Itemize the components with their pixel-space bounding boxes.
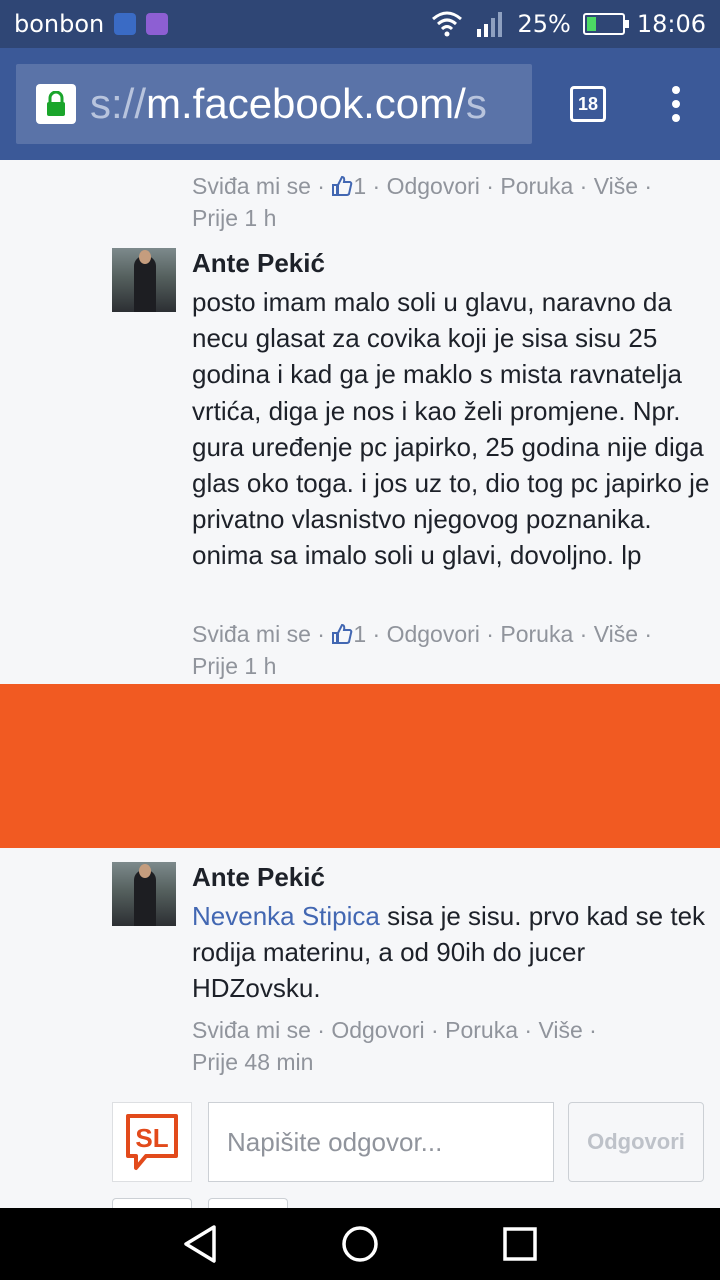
comment-actions: Sviđa mi se · 1 · Odgovori · Poruka · Vi… (192, 173, 653, 231)
reply-submit-button[interactable]: Odgovori (568, 1102, 704, 1182)
message-link[interactable]: Poruka (445, 1017, 518, 1043)
url-text: s://m.facebook.com/s (90, 80, 487, 127)
reply-composer: SL Odgovori (112, 1102, 708, 1182)
comment-time[interactable]: Prije 1 h (192, 205, 276, 231)
sticker-button[interactable] (208, 1198, 288, 1208)
image-notification-icon (146, 13, 169, 35)
back-icon (184, 1225, 216, 1263)
wifi-icon (432, 11, 463, 37)
battery-icon (582, 13, 629, 35)
thumbs-up-icon (332, 623, 353, 644)
comment-author[interactable]: Ante Pekić (192, 248, 325, 279)
recents-icon (503, 1227, 537, 1261)
avatar[interactable] (112, 248, 176, 312)
comment-author[interactable]: Ante Pekić (192, 862, 325, 893)
like-link[interactable]: Sviđa mi se (192, 621, 311, 647)
reply-input[interactable] (208, 1102, 554, 1182)
comment-actions: Sviđa mi se · 1 · Odgovori · Poruka · Vi… (192, 621, 653, 679)
svg-text:SL: SL (135, 1123, 168, 1153)
recents-button[interactable] (496, 1220, 544, 1268)
reply-link[interactable]: Odgovori (387, 173, 480, 199)
comment-text: Nevenka Stipica sisa je sisu. prvo kad s… (192, 901, 706, 1004)
comment-time[interactable]: Prije 1 h (192, 653, 276, 679)
avatar[interactable] (112, 862, 176, 926)
profile-picture[interactable]: SL (112, 1102, 192, 1182)
attachment-button[interactable] (112, 1198, 192, 1208)
navigation-bar (0, 1208, 720, 1280)
like-count: 1 (353, 173, 367, 199)
more-link[interactable]: Više (594, 621, 638, 647)
address-bar[interactable]: s://m.facebook.com/s (16, 64, 532, 144)
like-link[interactable]: Sviđa mi se (192, 173, 311, 199)
status-bar: bonbon 25% 18:06 (0, 0, 720, 48)
comment-actions: Sviđa mi se · Odgovori · Poruka · Više ·… (192, 1017, 597, 1075)
more-link[interactable]: Više (594, 173, 638, 199)
back-button[interactable] (176, 1220, 224, 1268)
home-icon (342, 1226, 378, 1262)
thumbs-up-icon (332, 175, 353, 196)
notification-app-icon (114, 13, 137, 35)
more-link[interactable]: Više (538, 1017, 582, 1043)
mention-link[interactable]: Nevenka Stipica (192, 901, 380, 931)
ad-banner[interactable] (0, 684, 720, 848)
overflow-menu-icon[interactable] (672, 86, 680, 122)
comment-text: posto imam malo soli u glavu, naravno da… (192, 287, 710, 571)
comments-feed: Sviđa mi se · 1 · Odgovori · Poruka · Vi… (0, 160, 720, 1208)
sl-logo-icon: SL (126, 1114, 178, 1170)
home-button[interactable] (336, 1220, 384, 1268)
reply-link[interactable]: Odgovori (331, 1017, 424, 1043)
message-link[interactable]: Poruka (500, 173, 573, 199)
reply-link[interactable]: Odgovori (387, 621, 480, 647)
comment-time[interactable]: Prije 48 min (192, 1049, 313, 1075)
carrier-name: bonbon (14, 10, 105, 38)
signal-icon (477, 12, 503, 37)
message-link[interactable]: Poruka (500, 621, 573, 647)
lock-icon (36, 84, 76, 124)
like-link[interactable]: Sviđa mi se (192, 1017, 311, 1043)
like-count: 1 (353, 621, 367, 647)
clock: 18:06 (636, 10, 706, 38)
tab-switcher-button[interactable]: 18 (570, 86, 606, 122)
battery-percent: 25% (517, 10, 571, 38)
browser-toolbar: s://m.facebook.com/s 18 (0, 48, 720, 160)
